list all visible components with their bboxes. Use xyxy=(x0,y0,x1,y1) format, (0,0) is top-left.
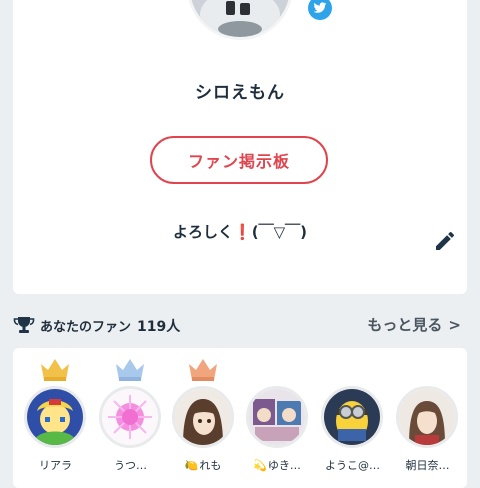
fan-name: 朝日奈… xyxy=(405,459,450,472)
chevron-right-icon: > xyxy=(448,316,461,334)
fan-name: リアラ xyxy=(39,459,72,472)
fan-avatar xyxy=(246,386,308,448)
fans-title: あなたのファン 119人 xyxy=(40,316,180,336)
fans-list: リアラ うつ… 🍋れも 💫ゆき… ようこ@… 朝日奈… xyxy=(13,348,467,488)
fan-item[interactable]: ようこ@… xyxy=(320,348,384,480)
fan-avatar xyxy=(321,386,383,448)
fan-name: 💫ゆき… xyxy=(253,459,301,472)
fan-item[interactable]: 朝日奈… xyxy=(395,348,459,480)
bronze-crown-icon xyxy=(187,356,219,382)
fan-board-label: ファン掲示板 xyxy=(187,152,290,171)
fan-avatar xyxy=(396,386,458,448)
see-more-label: もっと見る xyxy=(367,316,443,334)
fans-section-header: あなたのファン 119人 もっと見る > xyxy=(13,312,467,338)
see-more-link[interactable]: もっと見る > xyxy=(367,314,461,335)
profile-avatar[interactable] xyxy=(187,0,293,40)
fan-avatar xyxy=(172,386,234,448)
bio-text-prefix: よろしく xyxy=(173,223,234,241)
profile-avatar-image xyxy=(190,0,290,37)
trophy-icon xyxy=(13,316,35,334)
fan-name: ようこ@… xyxy=(325,459,380,472)
fan-name: うつ… xyxy=(114,459,147,472)
fan-item[interactable]: リアラ xyxy=(23,348,87,480)
pencil-icon[interactable] xyxy=(433,229,457,253)
gold-crown-icon xyxy=(39,356,71,382)
profile-bio: よろしく❗(￣▽￣) xyxy=(13,221,467,242)
bio-exclamation: ❗ xyxy=(233,223,252,241)
bio-text-suffix: (￣▽￣) xyxy=(251,223,307,241)
fan-item[interactable]: うつ… xyxy=(98,348,162,480)
fan-board-button[interactable]: ファン掲示板 xyxy=(150,136,328,184)
twitter-icon[interactable] xyxy=(308,0,332,20)
fan-name: 🍋れも xyxy=(184,459,222,472)
fans-count: 119人 xyxy=(137,319,181,335)
fans-title-label: あなたのファン xyxy=(40,320,132,335)
fan-item[interactable]: 💫ゆき… xyxy=(245,348,309,480)
silver-crown-icon xyxy=(114,356,146,382)
fan-item[interactable]: 🍋れも xyxy=(171,348,235,480)
fan-avatar xyxy=(99,386,161,448)
profile-card: シロえもん ファン掲示板 よろしく❗(￣▽￣) xyxy=(13,0,467,294)
username: シロえもん xyxy=(195,83,285,103)
fan-avatar xyxy=(24,386,86,448)
